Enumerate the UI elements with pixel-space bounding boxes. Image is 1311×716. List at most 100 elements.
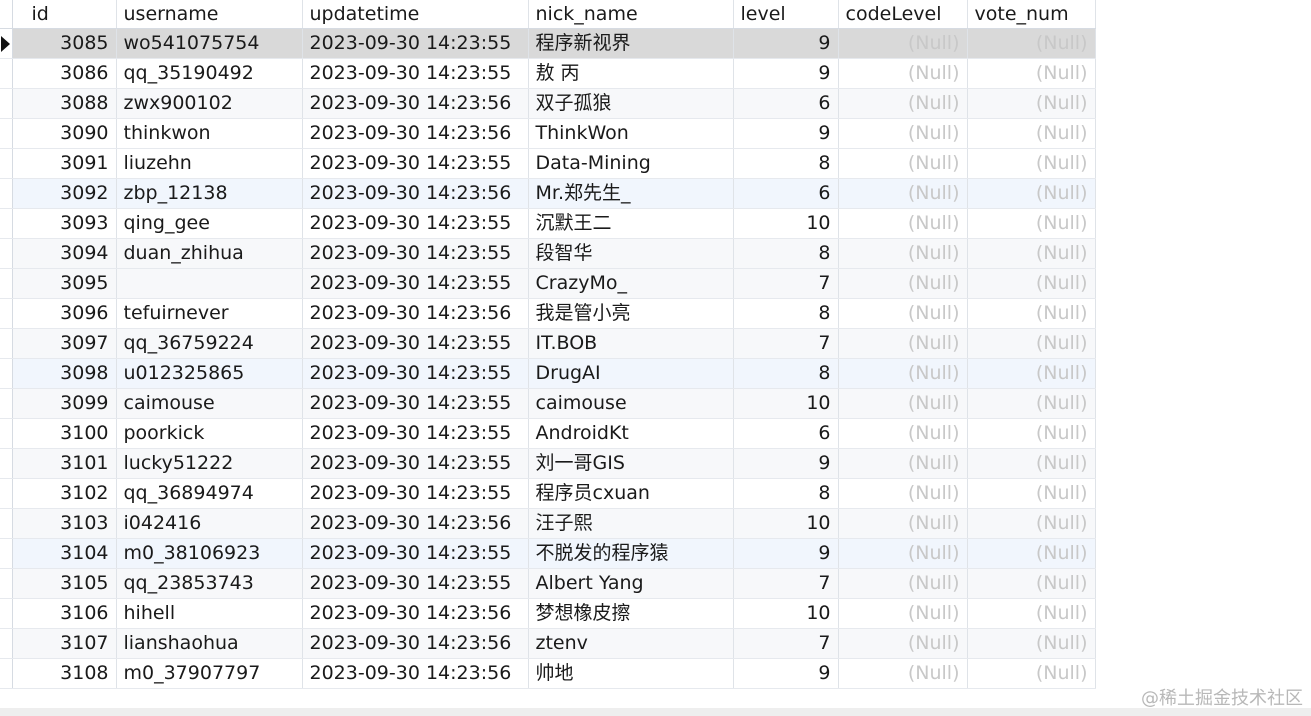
cell-updatetime[interactable]: 2023-09-30 14:23:55 [302, 358, 529, 389]
cell-codelevel[interactable]: (Null) [838, 118, 968, 149]
cell-username[interactable]: tefuirnever [116, 298, 303, 329]
row-marker[interactable] [0, 148, 13, 179]
cell-username[interactable]: i042416 [116, 508, 303, 539]
cell-codelevel[interactable]: (Null) [838, 358, 968, 389]
row-marker[interactable] [0, 58, 13, 89]
cell-updatetime[interactable]: 2023-09-30 14:23:55 [302, 208, 529, 239]
row-marker[interactable] [0, 358, 13, 389]
cell-codelevel[interactable]: (Null) [838, 238, 968, 269]
cell-updatetime[interactable]: 2023-09-30 14:23:55 [302, 418, 529, 449]
row-marker[interactable] [0, 388, 13, 419]
row-marker[interactable] [0, 28, 13, 59]
cell-updatetime[interactable]: 2023-09-30 14:23:56 [302, 628, 529, 659]
table-row[interactable]: 3107 lianshaohua 2023-09-30 14:23:56 ztenv 7… [0, 628, 1096, 659]
cell-id[interactable]: 3100 [12, 418, 117, 449]
cell-codelevel[interactable]: (Null) [838, 388, 968, 419]
row-marker[interactable] [0, 508, 13, 539]
column-header-id[interactable]: id [12, 0, 117, 29]
cell-vote-num[interactable]: (Null) [967, 358, 1096, 389]
cell-id[interactable]: 3104 [12, 538, 117, 569]
cell-username[interactable]: m0_37907797 [116, 658, 303, 689]
cell-nick-name[interactable]: 段智华 [528, 238, 734, 269]
cell-nick-name[interactable]: 双子孤狼 [528, 88, 734, 119]
cell-username[interactable]: lucky51222 [116, 448, 303, 479]
cell-username[interactable]: zwx900102 [116, 88, 303, 119]
cell-vote-num[interactable]: (Null) [967, 328, 1096, 359]
table-row[interactable]: 3100 poorkick 2023-09-30 14:23:55 AndroidKt… [0, 418, 1096, 449]
table-row[interactable]: 3104 m0_38106923 2023-09-30 14:23:55 不脱发的程序… [0, 538, 1096, 569]
row-marker[interactable] [0, 658, 13, 689]
row-marker[interactable] [0, 268, 13, 299]
table-row[interactable]: 3105 qq_23853743 2023-09-30 14:23:55 Albert… [0, 568, 1096, 599]
cell-updatetime[interactable]: 2023-09-30 14:23:55 [302, 58, 529, 89]
cell-id[interactable]: 3086 [12, 58, 117, 89]
cell-id[interactable]: 3106 [12, 598, 117, 629]
table-row[interactable]: 3099 caimouse 2023-09-30 14:23:55 caimouse 1… [0, 388, 1096, 419]
table-row[interactable]: 3091 liuzehn 2023-09-30 14:23:55 Data-Minin… [0, 148, 1096, 179]
cell-nick-name[interactable]: 汪子熙 [528, 508, 734, 539]
cell-vote-num[interactable]: (Null) [967, 208, 1096, 239]
cell-id[interactable]: 3108 [12, 658, 117, 689]
cell-vote-num[interactable]: (Null) [967, 268, 1096, 299]
cell-username[interactable]: duan_zhihua [116, 238, 303, 269]
cell-nick-name[interactable]: IT.BOB [528, 328, 734, 359]
row-marker[interactable] [0, 598, 13, 629]
cell-codelevel[interactable]: (Null) [838, 328, 968, 359]
cell-updatetime[interactable]: 2023-09-30 14:23:56 [302, 508, 529, 539]
cell-id[interactable]: 3096 [12, 298, 117, 329]
cell-vote-num[interactable]: (Null) [967, 238, 1096, 269]
row-marker[interactable] [0, 448, 13, 479]
cell-username[interactable]: wo541075754 [116, 28, 303, 59]
cell-level[interactable]: 8 [733, 358, 839, 389]
cell-username[interactable]: qq_23853743 [116, 568, 303, 599]
row-marker[interactable] [0, 178, 13, 209]
cell-username[interactable]: caimouse [116, 388, 303, 419]
cell-vote-num[interactable]: (Null) [967, 478, 1096, 509]
cell-nick-name[interactable]: 敖 丙 [528, 58, 734, 89]
cell-level[interactable]: 8 [733, 298, 839, 329]
cell-nick-name[interactable]: 沉默王二 [528, 208, 734, 239]
cell-nick-name[interactable]: Data-Mining [528, 148, 734, 179]
cell-vote-num[interactable]: (Null) [967, 178, 1096, 209]
cell-updatetime[interactable]: 2023-09-30 14:23:55 [302, 148, 529, 179]
table-row[interactable]: 3097 qq_36759224 2023-09-30 14:23:55 IT.BOB… [0, 328, 1096, 359]
row-marker[interactable] [0, 628, 13, 659]
row-marker[interactable] [0, 238, 13, 269]
cell-id[interactable]: 3085 [12, 28, 117, 59]
cell-id[interactable]: 3107 [12, 628, 117, 659]
cell-codelevel[interactable]: (Null) [838, 88, 968, 119]
cell-level[interactable]: 9 [733, 28, 839, 59]
cell-username[interactable]: m0_38106923 [116, 538, 303, 569]
table-row[interactable]: 3098 u012325865 2023-09-30 14:23:55 DrugAI 8… [0, 358, 1096, 389]
cell-id[interactable]: 3105 [12, 568, 117, 599]
cell-updatetime[interactable]: 2023-09-30 14:23:55 [302, 388, 529, 419]
cell-id[interactable]: 3099 [12, 388, 117, 419]
cell-codelevel[interactable]: (Null) [838, 208, 968, 239]
cell-vote-num[interactable]: (Null) [967, 58, 1096, 89]
cell-updatetime[interactable]: 2023-09-30 14:23:55 [302, 478, 529, 509]
table-row[interactable]: 3086 qq_35190492 2023-09-30 14:23:55 敖 丙 9 (N… [0, 58, 1096, 89]
cell-updatetime[interactable]: 2023-09-30 14:23:55 [302, 268, 529, 299]
cell-updatetime[interactable]: 2023-09-30 14:23:56 [302, 118, 529, 149]
table-row[interactable]: 3096 tefuirnever 2023-09-30 14:23:56 我是管小亮 8… [0, 298, 1096, 329]
cell-codelevel[interactable]: (Null) [838, 178, 968, 209]
data-grid[interactable]: id username updatetime nick_name level c… [0, 0, 1096, 689]
cell-level[interactable]: 10 [733, 388, 839, 419]
column-header-codelevel[interactable]: codeLevel [838, 0, 968, 29]
cell-level[interactable]: 7 [733, 568, 839, 599]
cell-nick-name[interactable]: ThinkWon [528, 118, 734, 149]
cell-updatetime[interactable]: 2023-09-30 14:23:55 [302, 28, 529, 59]
cell-updatetime[interactable]: 2023-09-30 14:23:55 [302, 538, 529, 569]
cell-nick-name[interactable]: 梦想橡皮擦 [528, 598, 734, 629]
cell-id[interactable]: 3098 [12, 358, 117, 389]
cell-vote-num[interactable]: (Null) [967, 628, 1096, 659]
cell-codelevel[interactable]: (Null) [838, 268, 968, 299]
cell-vote-num[interactable]: (Null) [967, 88, 1096, 119]
cell-codelevel[interactable]: (Null) [838, 418, 968, 449]
cell-username[interactable]: qq_36894974 [116, 478, 303, 509]
cell-nick-name[interactable]: ztenv [528, 628, 734, 659]
cell-nick-name[interactable]: DrugAI [528, 358, 734, 389]
cell-id[interactable]: 3092 [12, 178, 117, 209]
cell-vote-num[interactable]: (Null) [967, 298, 1096, 329]
cell-username[interactable]: zbp_12138 [116, 178, 303, 209]
